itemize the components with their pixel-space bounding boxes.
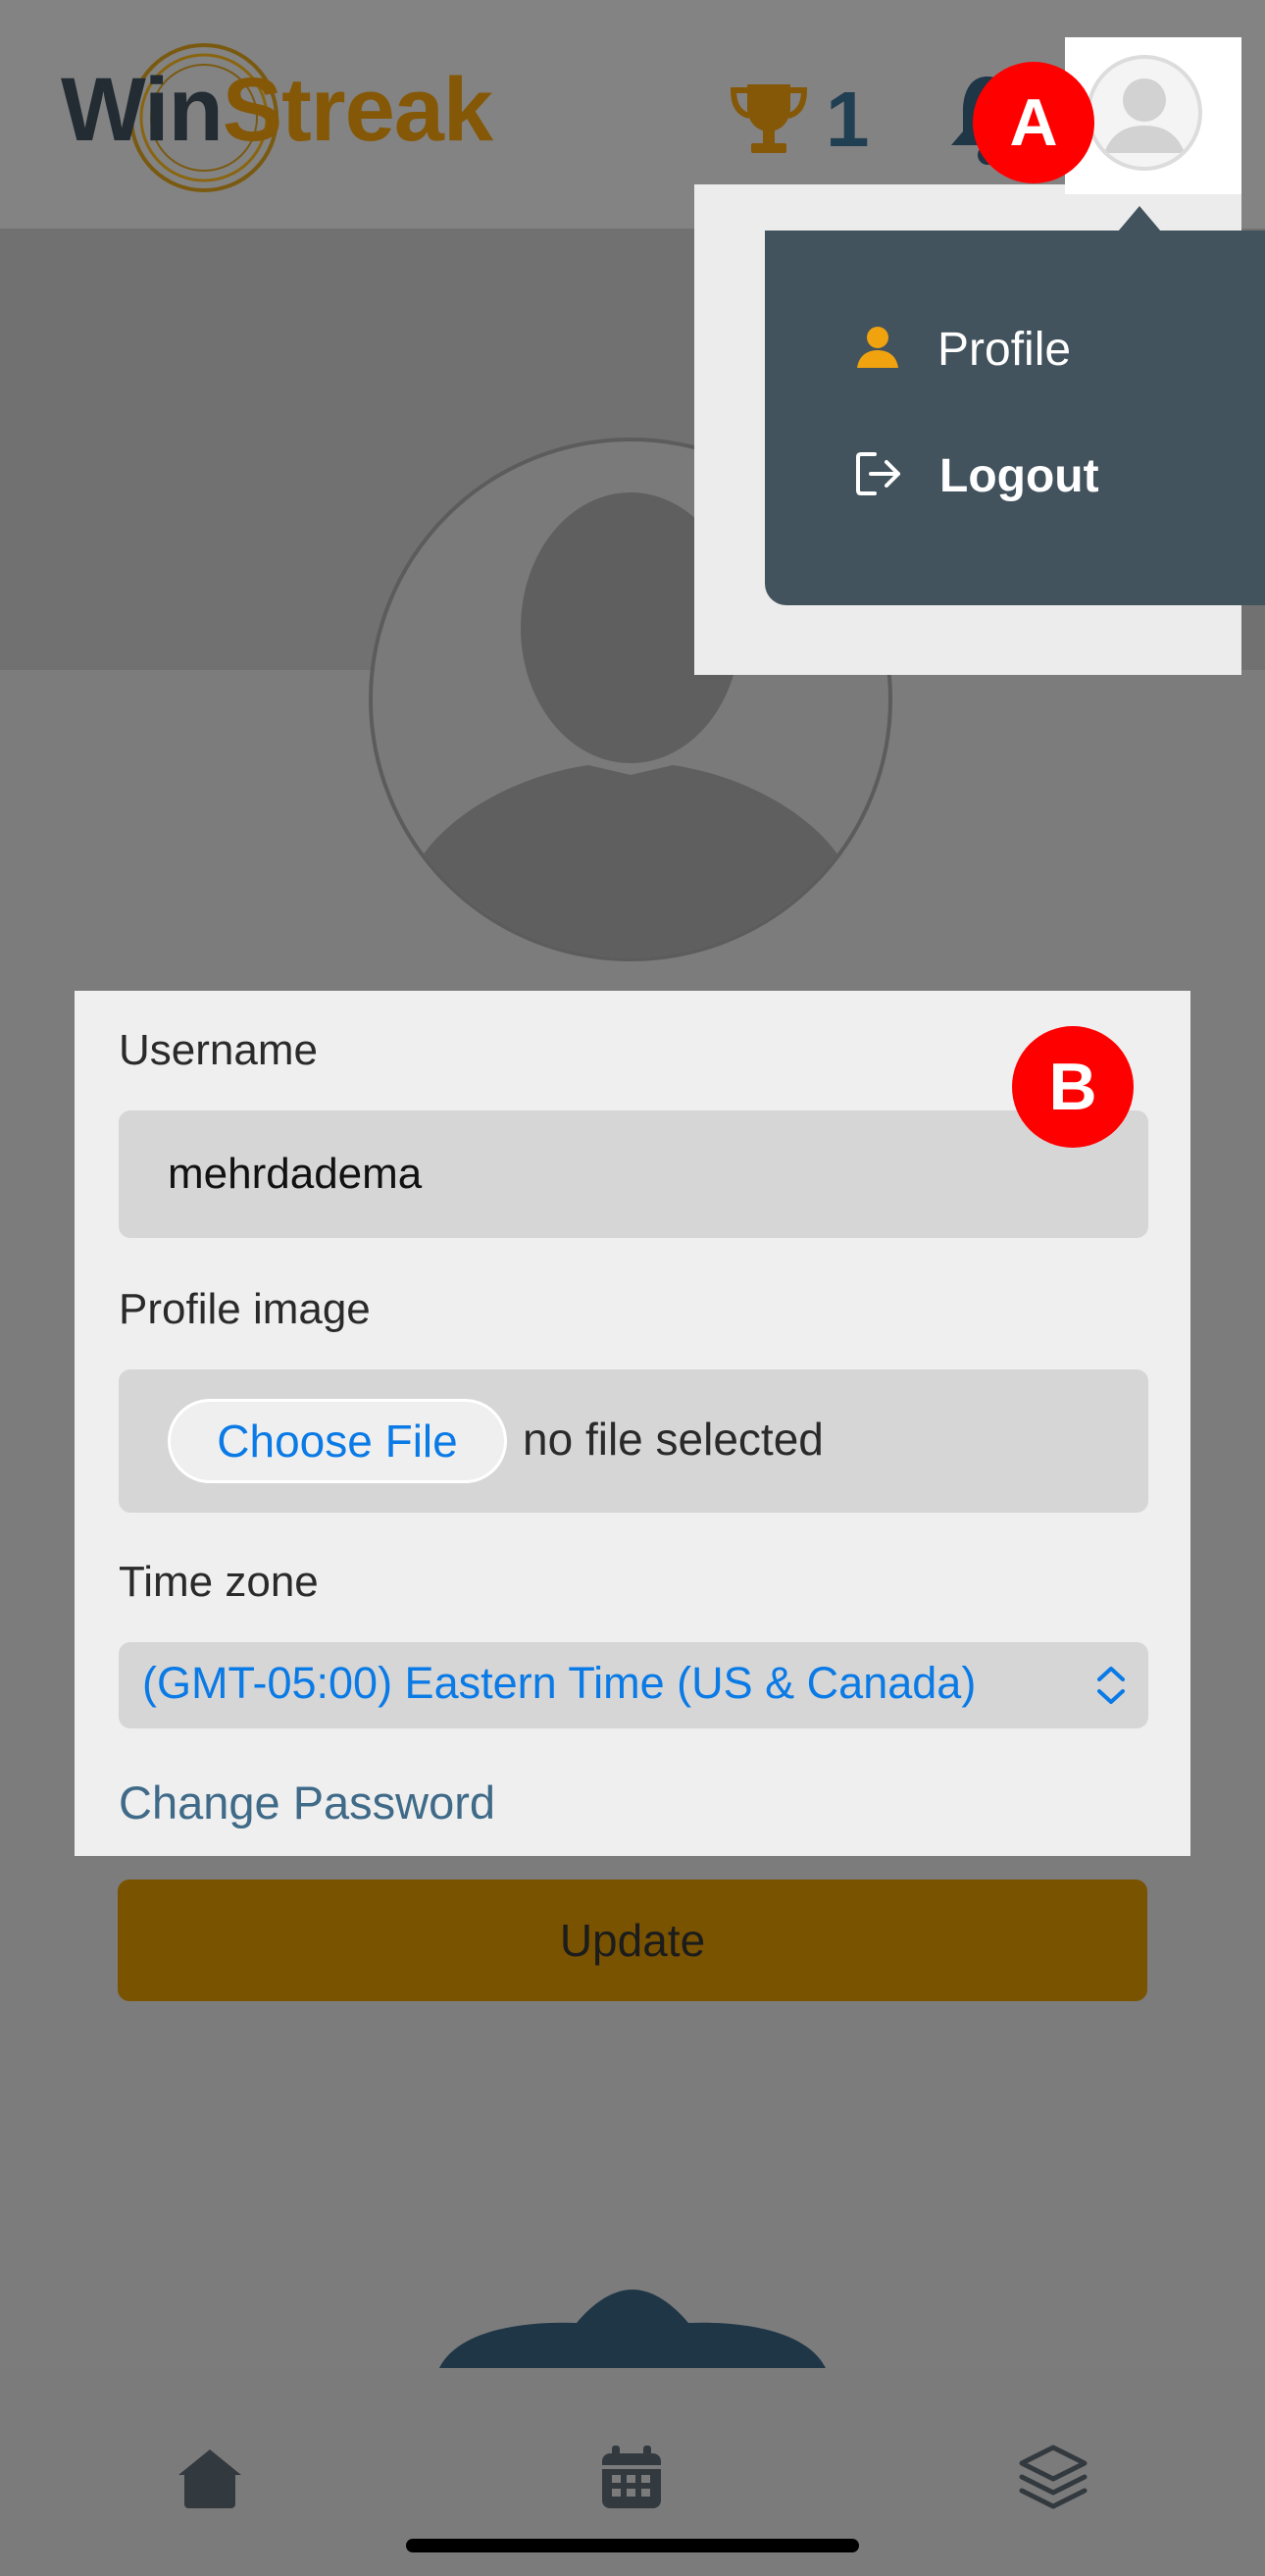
logo-wordmark: WinStreak [61, 59, 493, 162]
trophy-icon[interactable] [728, 78, 810, 161]
dropdown-caret [1118, 206, 1161, 232]
user-dropdown-menu: Profile Logout [765, 231, 1265, 605]
menu-item-label: Profile [937, 324, 1072, 376]
marker-a-badge: A [973, 62, 1094, 183]
profile-image-label: Profile image [119, 1285, 371, 1333]
change-password-link[interactable]: Change Password [119, 1776, 495, 1829]
choose-file-button[interactable]: Choose File [168, 1399, 507, 1483]
user-avatar-button[interactable] [1087, 55, 1202, 171]
profile-image-field: Choose File no file selected [119, 1369, 1148, 1513]
person-icon [853, 323, 902, 377]
layers-icon[interactable] [1018, 2442, 1088, 2512]
update-button[interactable]: Update [118, 1880, 1147, 2001]
home-indicator [406, 2539, 859, 2552]
timezone-value: (GMT-05:00) Eastern Time (US & Canada) [142, 1658, 977, 1708]
logout-icon [853, 448, 904, 504]
menu-item-logout[interactable]: Logout [853, 448, 1099, 504]
timezone-label: Time zone [119, 1558, 319, 1606]
menu-item-label: Logout [939, 450, 1099, 502]
username-input[interactable] [119, 1110, 1148, 1238]
logo-win-text: Win [61, 60, 224, 160]
logo-streak-text: Streak [222, 60, 493, 160]
marker-b-badge: B [1012, 1026, 1134, 1148]
calendar-icon[interactable] [596, 2442, 667, 2512]
file-status: no file selected [523, 1414, 824, 1465]
home-icon[interactable] [175, 2442, 245, 2512]
center-action-bump[interactable] [439, 2290, 826, 2368]
trophy-count: 1 [826, 76, 870, 163]
username-label: Username [119, 1026, 318, 1074]
select-chevron-icon [1093, 1664, 1129, 1707]
timezone-select[interactable]: (GMT-05:00) Eastern Time (US & Canada) [119, 1642, 1148, 1728]
menu-item-profile[interactable]: Profile [853, 323, 1071, 377]
